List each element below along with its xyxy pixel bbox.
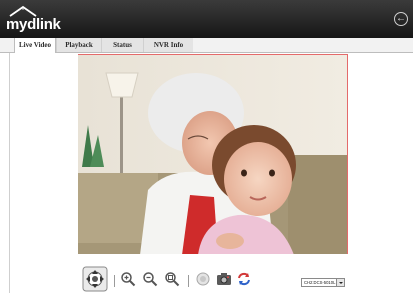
back-arrow-icon: ← [396,13,406,24]
channel-select-value: CH2:DCS-5010L [304,280,336,285]
ptz-control-icon [82,266,108,292]
mydlink-logo: mydlink [6,5,66,35]
chevron-down-icon [336,279,344,286]
logo-text: mydlink [6,17,61,33]
zoom-in-button[interactable] [120,271,136,287]
tab-live-video[interactable]: Live Video [14,38,56,53]
zoom-out-icon [143,272,158,287]
tab-label: NVR Info [153,41,184,49]
zoom-reset-icon [165,272,180,287]
logo-text-dlink: dlink [27,16,61,33]
tab-label: Live Video [18,41,52,49]
record-button[interactable] [196,272,210,286]
refresh-icon [238,272,250,286]
back-button[interactable]: ← [394,12,408,26]
zoom-out-button[interactable] [142,271,158,287]
snapshot-icon [217,273,231,285]
video-frame-image [78,55,347,254]
zoom-in-icon [121,272,136,287]
ptz-control-button[interactable] [82,266,108,292]
toolbar-separator [188,275,189,287]
tab-label: Playback [65,41,93,49]
left-divider [9,53,10,293]
channel-select[interactable]: CH2:DCS-5010L [301,278,345,287]
zoom-reset-button[interactable] [164,271,180,287]
logo-text-my: my [6,16,28,33]
toolbar-separator [114,275,115,287]
refresh-button[interactable] [236,271,252,287]
tab-bar: Live Video Playback Status NVR Info [0,38,413,53]
record-icon [196,272,210,286]
tab-label: Status [113,41,132,49]
tab-nvr-info[interactable]: NVR Info [143,38,193,52]
snapshot-button[interactable] [216,271,232,287]
tab-playback[interactable]: Playback [56,38,101,52]
tab-status[interactable]: Status [101,38,143,52]
top-header-bar: mydlink ← [0,0,413,38]
live-video-feed[interactable] [78,54,348,254]
